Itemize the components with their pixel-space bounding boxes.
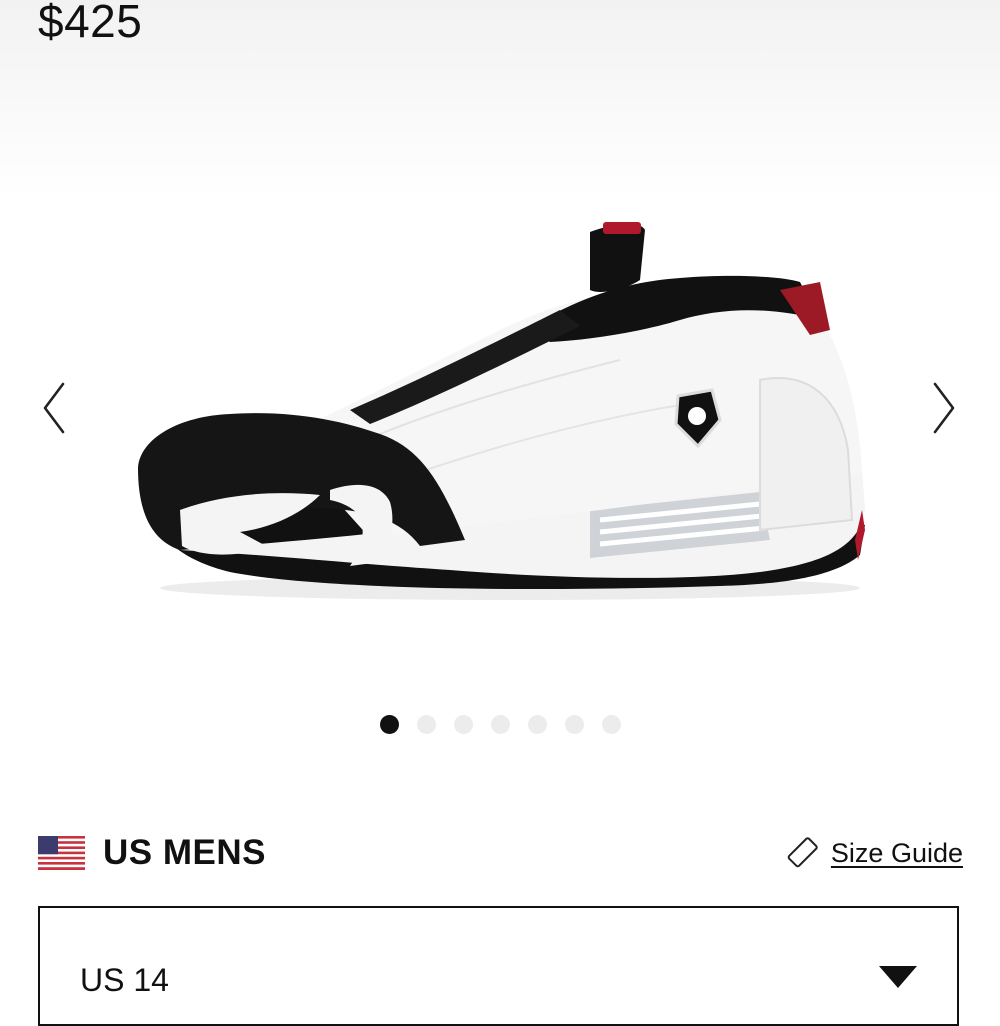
carousel-dot-6[interactable] bbox=[564, 714, 584, 734]
carousel-prev-button[interactable] bbox=[36, 378, 72, 438]
image-carousel[interactable] bbox=[0, 150, 1000, 710]
carousel-dot-7[interactable] bbox=[601, 714, 621, 734]
product-image bbox=[138, 222, 865, 600]
caret-down-icon bbox=[879, 966, 917, 988]
size-region-label: US MENS bbox=[103, 833, 266, 872]
size-select-value: US 14 bbox=[80, 962, 169, 998]
size-guide-link[interactable]: Size Guide bbox=[783, 834, 963, 872]
ruler-tag-icon bbox=[787, 837, 818, 868]
size-select[interactable]: US 14 bbox=[38, 906, 959, 1026]
carousel-next-button[interactable] bbox=[926, 378, 962, 438]
chevron-left-icon bbox=[43, 382, 65, 434]
chevron-right-icon bbox=[933, 382, 955, 434]
carousel-pagination bbox=[0, 713, 1000, 735]
size-header: US MENS Size Guide bbox=[38, 830, 963, 876]
carousel-dot-5[interactable] bbox=[527, 714, 547, 734]
carousel-dot-2[interactable] bbox=[416, 714, 436, 734]
size-region: US MENS bbox=[38, 833, 266, 873]
product-price: $425 bbox=[38, 0, 143, 47]
us-flag-icon bbox=[38, 836, 85, 870]
size-guide-label: Size Guide bbox=[830, 837, 963, 868]
carousel-dot-3[interactable] bbox=[453, 714, 473, 734]
carousel-dot-1[interactable] bbox=[379, 714, 399, 734]
carousel-dot-4[interactable] bbox=[490, 714, 510, 734]
